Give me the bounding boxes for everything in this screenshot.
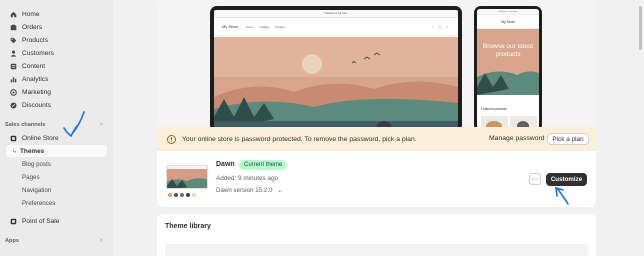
content-icon (10, 63, 17, 70)
theme-library-card: Theme library (157, 214, 596, 256)
desktop-screen: Welcome to our store My Store Home Catal… (214, 10, 458, 128)
color-swatch (174, 193, 178, 197)
theme-version[interactable]: Dawn version 15.2.0 ⌄ (216, 187, 282, 194)
sidebar-item-label: Point of Sale (22, 217, 60, 225)
store-header-icons: ⌕ ◯ ◻ (432, 24, 450, 29)
warning-icon (167, 134, 176, 144)
sidebar-item-label: Online Store (22, 134, 59, 142)
mobile-featured-label: Featured products (481, 107, 507, 111)
color-swatch (186, 193, 190, 197)
banner-text: Your online store is password protected.… (182, 135, 417, 143)
announcement-bar: Welcome to our store (214, 10, 458, 18)
sidebar-subitem-blog-posts[interactable]: Blog posts (22, 161, 51, 168)
theme-added-time: Added: 9 minutes ago (216, 175, 279, 182)
sidebar-item-home[interactable]: Home (6, 8, 40, 20)
tree-branch-icon: ↳ (12, 148, 18, 155)
sidebar: Home Orders Products Customers Content A… (0, 0, 113, 256)
sidebar-item-label: Home (22, 10, 40, 18)
orders-icon (10, 24, 17, 31)
mobile-hero: Browse our latest products (477, 29, 539, 95)
sidebar-subitem-pages[interactable]: Pages (22, 174, 40, 181)
chart-icon (10, 76, 17, 83)
theme-library-title: Theme library (165, 223, 211, 230)
sidebar-item-label: Products (22, 36, 49, 44)
sidebar-item-content[interactable]: Content (6, 60, 45, 72)
store-icon (10, 135, 17, 142)
chevron-right-icon[interactable]: › (100, 237, 102, 244)
store-link: Contact (275, 24, 285, 29)
mobile-hero-text: Browse our latest products (482, 43, 534, 58)
sidebar-subitem-navigation[interactable]: Navigation (22, 187, 51, 194)
tag-icon (10, 37, 17, 44)
mobile-preview[interactable]: Welcome to our store My Store Browse our… (474, 6, 542, 132)
password-banner: Your online store is password protected.… (157, 127, 596, 151)
pos-icon (10, 218, 17, 225)
theme-thumbnail (166, 165, 208, 189)
sidebar-item-marketing[interactable]: Marketing (6, 86, 51, 98)
scrollbar-thumb[interactable] (639, 6, 642, 50)
sidebar-item-analytics[interactable]: Analytics (6, 73, 48, 85)
color-swatch (180, 193, 184, 197)
customize-button[interactable]: Customize (546, 173, 587, 186)
store-links: Home Catalog Contact (246, 25, 290, 29)
sidebar-item-point-of-sale[interactable]: Point of Sale (6, 215, 59, 227)
theme-name: Dawn (216, 161, 235, 168)
sidebar-subitem-preferences[interactable]: Preferences (22, 200, 55, 207)
sidebar-item-label: Customers (22, 49, 54, 57)
chevron-down-icon: ⌄ (277, 187, 283, 194)
home-icon (10, 11, 17, 18)
mobile-store-header: My Store (477, 15, 539, 29)
store-brand: My Store (222, 24, 239, 29)
color-swatch (192, 193, 196, 197)
discount-icon (10, 101, 17, 109)
sidebar-item-orders[interactable]: Orders (6, 21, 42, 33)
sidebar-item-label: Marketing (22, 88, 51, 96)
more-actions-button[interactable]: ··· (529, 173, 541, 185)
mobile-store-brand: My Store (501, 19, 515, 24)
hero-illustration (214, 37, 458, 128)
sidebar-item-label: Analytics (22, 75, 49, 83)
pick-plan-button[interactable]: Pick a plan (547, 133, 589, 145)
theme-preview-card: Welcome to our store My Store Home Catal… (157, 0, 596, 207)
sidebar-item-customers[interactable]: Customers (6, 47, 54, 59)
manage-password-link[interactable]: Manage password (489, 135, 545, 142)
mobile-screen: Welcome to our store My Store Browse our… (477, 9, 539, 129)
color-swatch (168, 193, 172, 197)
sidebar-item-label: Content (22, 62, 46, 70)
mobile-hero-illustration (477, 29, 539, 95)
theme-version-text: Dawn version 15.2.0 (216, 187, 273, 194)
theme-library-content (165, 244, 588, 256)
sidebar-item-products[interactable]: Products (6, 34, 48, 46)
target-icon (10, 88, 17, 96)
theme-swatches (168, 193, 196, 197)
person-icon (10, 50, 17, 57)
sidebar-item-label: Orders (22, 23, 43, 31)
theme-thumbnail-illustration (167, 166, 207, 188)
sidebar-subitem-label: Themes (20, 147, 45, 155)
preview-area: Welcome to our store My Store Home Catal… (157, 0, 596, 132)
sidebar-item-label: Discounts (22, 101, 51, 109)
chevron-right-icon[interactable]: › (100, 121, 102, 128)
store-header: My Store Home Catalog Contact ⌕ ◯ ◻ (214, 18, 458, 36)
sidebar-item-discounts[interactable]: Discounts (6, 99, 51, 111)
store-link: Catalog (259, 24, 270, 29)
sidebar-subitem-themes[interactable]: ↳ Themes (6, 145, 107, 157)
sidebar-item-online-store[interactable]: Online Store (6, 132, 59, 144)
sales-channels-label: Sales channels (5, 122, 46, 128)
desktop-preview[interactable]: Welcome to our store My Store Home Catal… (210, 6, 462, 132)
store-link: Home (246, 24, 254, 29)
current-theme-badge: Current theme (239, 160, 288, 170)
apps-label: Apps (5, 238, 19, 244)
